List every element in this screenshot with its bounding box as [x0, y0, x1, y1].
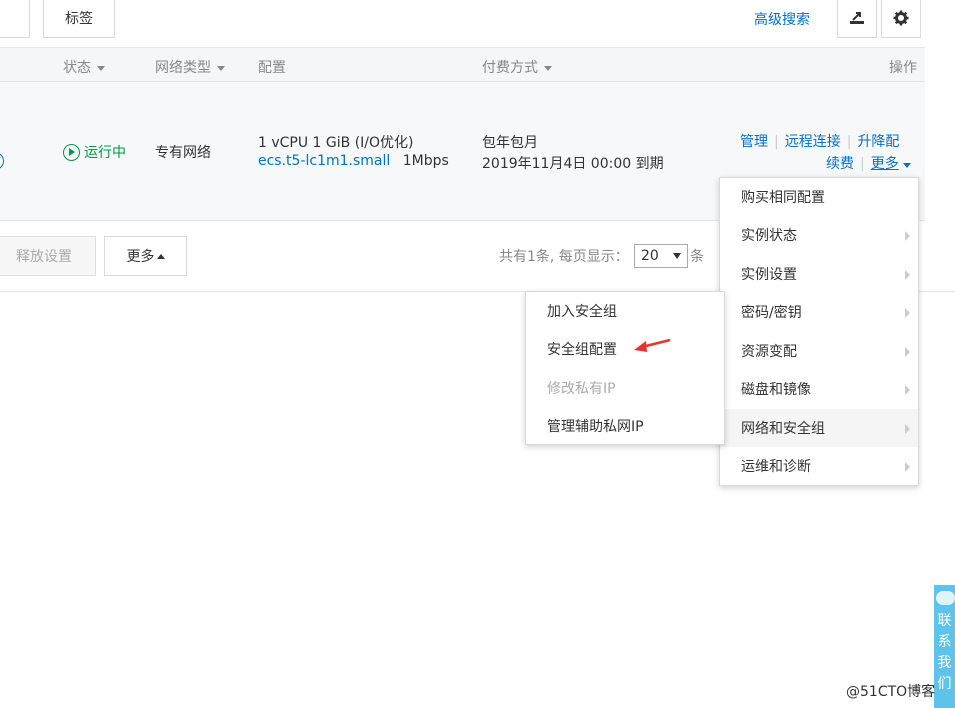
header-status[interactable]: 状态 — [63, 57, 105, 77]
renew-link[interactable]: 续费 — [826, 156, 854, 172]
submenu-item-modify-private-ip: 修改私有IP — [547, 381, 616, 397]
expiry-value: 2019年11月4日 00:00 到期 — [482, 156, 664, 172]
menu-item-instance-status[interactable]: 实例状态 — [720, 216, 918, 254]
config-detail: ecs.t5-lc1m1.small 1Mbps — [258, 153, 449, 169]
network-security-submenu: 加入安全组 安全组配置 修改私有IP 管理辅助私网IP — [525, 291, 725, 445]
more-actions-link[interactable]: 更多 — [871, 156, 911, 172]
more-button[interactable]: 更多 — [104, 236, 187, 276]
gear-icon — [893, 10, 909, 26]
settings-button[interactable] — [881, 0, 921, 38]
chevron-down-icon — [544, 65, 552, 71]
chevron-right-icon — [905, 270, 910, 280]
header-actions: 操作 — [889, 60, 917, 76]
pager-total-text: 共有1条, 每页显示： — [499, 249, 629, 265]
actions-line2: 续费 | 更多 — [826, 153, 911, 173]
billing-type-value: 包年包月 — [482, 135, 538, 151]
export-icon — [850, 12, 864, 24]
chevron-down-icon — [217, 65, 225, 71]
more-actions-menu: 购买相同配置 实例状态 实例设置 密码/密钥 资源变配 磁盘和镜像 网络和安全组… — [719, 177, 919, 486]
page-size-select[interactable]: 20 — [634, 244, 688, 268]
tag-button[interactable]: 标签 — [43, 0, 115, 38]
chevron-right-icon — [905, 385, 910, 395]
header-billing[interactable]: 付费方式 — [482, 57, 552, 77]
chevron-down-icon — [902, 163, 911, 168]
chat-bubble-icon — [936, 591, 955, 605]
menu-item-buy-same[interactable]: 购买相同配置 — [720, 178, 918, 216]
table-header: 状态 网络类型 配置 付费方式 操作 — [0, 47, 925, 82]
menu-item-disk-image[interactable]: 磁盘和镜像 — [720, 370, 918, 408]
chevron-down-icon — [673, 253, 681, 259]
chevron-right-icon — [905, 424, 910, 434]
release-settings-button[interactable]: 释放设置 — [0, 236, 96, 276]
submenu-item-secondary-private-ip[interactable]: 管理辅助私网IP — [526, 407, 724, 445]
running-icon — [63, 143, 80, 161]
menu-item-ops-diagnosis[interactable]: 运维和诊断 — [720, 447, 918, 485]
menu-item-instance-settings[interactable]: 实例设置 — [720, 255, 918, 293]
manage-link[interactable]: 管理 — [740, 134, 768, 150]
menu-item-password-key[interactable]: 密码/密钥 — [720, 293, 918, 331]
export-button[interactable] — [837, 0, 877, 38]
pager-unit: 条 — [690, 249, 704, 265]
annotation-arrow-icon — [634, 338, 671, 352]
actions-line1: 管理 | 远程连接 | 升降配 — [740, 134, 900, 150]
header-config: 配置 — [258, 60, 286, 76]
status-badge: 运行中 — [63, 142, 126, 162]
watermark: @51CTO博客 — [846, 684, 936, 700]
chevron-right-icon — [905, 347, 910, 357]
network-type-value: 专有网络 — [155, 145, 211, 161]
chevron-right-icon — [905, 308, 910, 318]
toolbar-partial-button[interactable] — [0, 0, 30, 38]
chevron-down-icon — [97, 65, 105, 71]
remote-connect-link[interactable]: 远程连接 — [785, 134, 841, 150]
instance-type-link[interactable]: ecs.t5-lc1m1.small — [258, 153, 390, 169]
submenu-item-security-group-config[interactable]: 安全组配置 — [526, 330, 724, 368]
submenu-item-join-security-group[interactable]: 加入安全组 — [526, 292, 724, 330]
bandwidth-value: 1Mbps — [402, 153, 449, 169]
chevron-up-icon — [156, 253, 165, 259]
menu-item-resource-change[interactable]: 资源变配 — [720, 332, 918, 370]
chevron-right-icon — [905, 462, 910, 472]
chevron-right-icon — [905, 231, 910, 241]
header-network-type[interactable]: 网络类型 — [155, 57, 225, 77]
menu-item-network-security[interactable]: 网络和安全组 — [720, 409, 918, 447]
config-line: 1 vCPU 1 GiB (I/O优化) — [258, 135, 414, 151]
upgrade-link[interactable]: 升降配 — [857, 134, 899, 150]
advanced-search-link[interactable]: 高级搜索 — [754, 9, 810, 29]
